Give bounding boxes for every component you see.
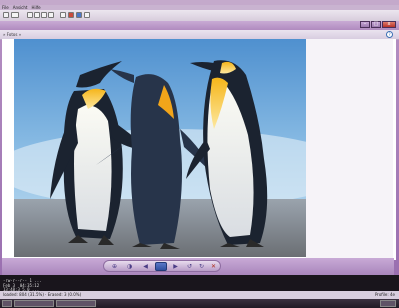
zoom-icon[interactable]: ⊕ (111, 263, 118, 270)
actual-size-icon[interactable] (48, 12, 54, 18)
taskbar-item[interactable] (56, 300, 96, 307)
image-icon[interactable] (60, 12, 66, 18)
photo (14, 39, 306, 257)
slideshow-button[interactable] (155, 262, 167, 271)
zoom-in-icon[interactable] (27, 12, 33, 18)
toolbar-dropdown-icon[interactable] (11, 12, 19, 18)
start-button[interactable] (2, 300, 12, 307)
fit-icon[interactable] (41, 12, 47, 18)
rotate-left-icon[interactable]: ↺ (186, 263, 193, 270)
settings-icon[interactable] (84, 12, 90, 18)
terminal-text: -rw-r--r-- 1 ... Feb 3 04:35:12 13:48:3 … (3, 275, 42, 293)
previous-icon[interactable]: ◀ (142, 263, 149, 270)
profile-status: Profile: 4e (374, 292, 395, 297)
red-tool-icon[interactable] (68, 12, 74, 18)
blue-tool-icon[interactable] (76, 12, 82, 18)
viewer-title-bar (0, 21, 399, 30)
maximize-button[interactable]: □ (371, 21, 381, 28)
fit-window-icon[interactable]: ◑ (126, 263, 133, 270)
system-tray (380, 300, 396, 307)
zoom-out-icon[interactable] (34, 12, 40, 18)
delete-icon[interactable]: ✕ (210, 263, 217, 270)
help-icon[interactable]: ? (386, 31, 393, 38)
rotate-right-icon[interactable]: ↻ (198, 263, 205, 270)
next-icon[interactable]: ▶ (172, 263, 179, 270)
viewer-side-panel (306, 39, 393, 260)
taskbar-item[interactable] (14, 300, 54, 307)
breadcrumb[interactable]: » Fotos » (3, 31, 21, 38)
playback-controls: ⊕ ◑ ◀ ▶ ↺ ↻ ✕ (103, 260, 221, 272)
status-text: loaded: 804 (31.5%) · Erased: 3 (0.0%) (3, 292, 82, 297)
penguins-photo (14, 39, 306, 257)
minimize-button[interactable]: – (360, 21, 370, 28)
window-controls: – □ x (360, 21, 396, 29)
toolbar-back-icon[interactable] (3, 12, 9, 18)
close-button[interactable]: x (382, 21, 396, 28)
